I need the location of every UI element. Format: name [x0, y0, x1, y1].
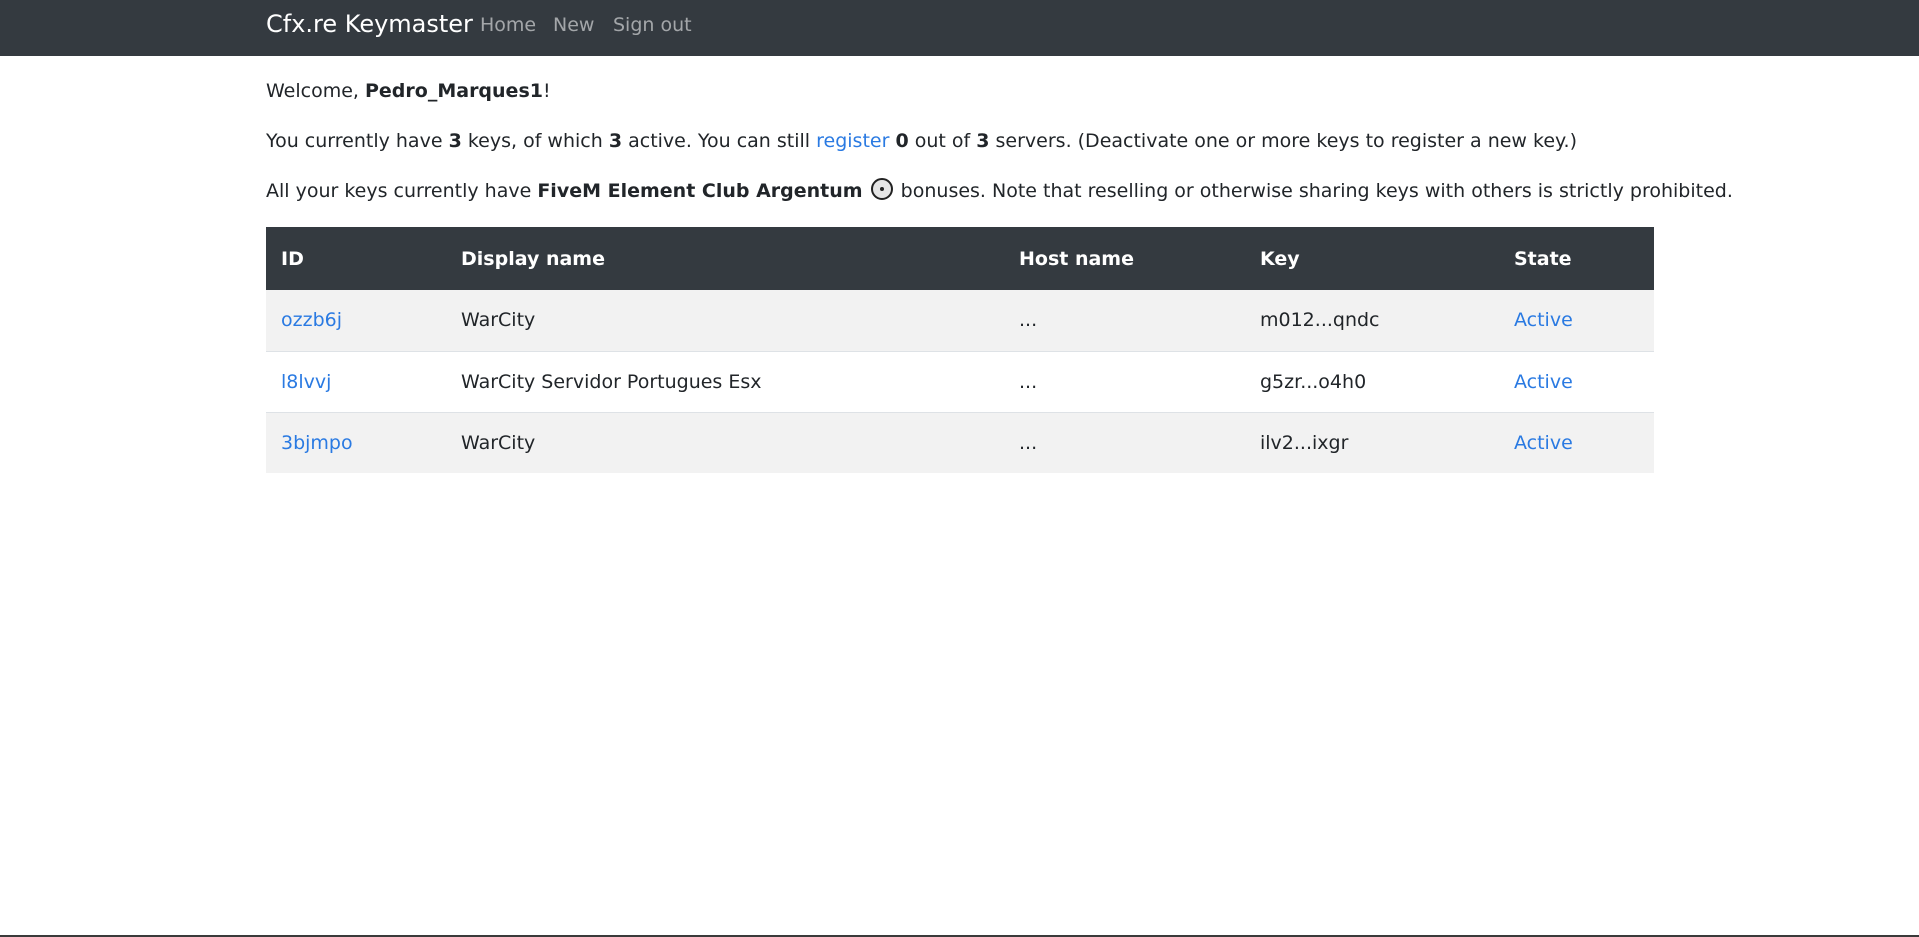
register-link[interactable]: register [816, 130, 889, 152]
state-link[interactable]: Active [1514, 432, 1573, 454]
cell-id: ozzb6j [266, 290, 446, 351]
keys-table: ID Display name Host name Key State ozzb… [266, 227, 1654, 473]
header-state: State [1514, 247, 1572, 270]
bonus-text-1: All your keys currently have [266, 180, 538, 202]
table-row: 3bjmpo WarCity ... ilv2...ixgr Active [266, 411, 1654, 473]
cell-key: ilv2...ixgr [1245, 411, 1499, 473]
state-link[interactable]: Active [1514, 309, 1573, 331]
bonus-text-2: bonuses. Note that reselling or otherwis… [894, 180, 1733, 202]
summary-text-1: You currently have [266, 130, 449, 152]
header-host-name: Host name [1019, 247, 1134, 270]
cell-id: 3bjmpo [266, 411, 446, 473]
header-key: Key [1260, 247, 1300, 270]
cell-display-name: WarCity [461, 309, 536, 332]
cell-state: Active [1499, 290, 1654, 351]
brand-link[interactable]: Cfx.re Keymaster [266, 10, 473, 38]
summary-text-6: servers. (Deactivate one or more keys to… [989, 130, 1578, 152]
cell-host-name: ... [1019, 309, 1038, 332]
key-id-link[interactable]: ozzb6j [281, 309, 342, 331]
nav-new-link[interactable]: New [553, 13, 594, 37]
summary-text-3: active. You can still [622, 130, 817, 152]
top-navbar: Cfx.re Keymaster Home New Sign out [0, 0, 1919, 56]
welcome-suffix: ! [542, 80, 551, 102]
key-summary: You currently have 3 keys, of which 3 ac… [266, 126, 1654, 156]
keys-count: 3 [448, 130, 462, 152]
table-row: l8lvvj WarCity Servidor Portugues Esx ..… [266, 350, 1654, 412]
header-display-name: Display name [461, 247, 605, 270]
cell-state: Active [1499, 411, 1654, 473]
cell-host-name: ... [1004, 411, 1245, 473]
bonus-notice: All your keys currently have FiveM Eleme… [266, 176, 1733, 206]
key-id-link[interactable]: l8lvvj [281, 371, 331, 393]
state-link[interactable]: Active [1514, 371, 1573, 393]
main-content: Welcome, Pedro_Marques1! You currently h… [266, 76, 1733, 206]
max-servers-count: 3 [976, 130, 990, 152]
cell-state: Active [1499, 350, 1654, 412]
tier-name: FiveM Element Club Argentum [537, 180, 863, 202]
summary-text-2: keys, of which [461, 130, 609, 152]
remaining-count: 0 [895, 130, 909, 152]
cell-display-name: WarCity Servidor Portugues Esx [446, 350, 1004, 412]
username: Pedro_Marques1 [365, 80, 543, 102]
cell-display-name: WarCity [446, 411, 1004, 473]
cell-key: g5zr...o4h0 [1245, 350, 1499, 412]
nav-home-link[interactable]: Home [480, 13, 536, 37]
nav-sign-out-link[interactable]: Sign out [613, 13, 692, 37]
table-header-row: ID Display name Host name Key State [266, 227, 1654, 290]
active-count: 3 [608, 130, 623, 152]
welcome-message: Welcome, Pedro_Marques1! [266, 76, 1654, 106]
welcome-prefix: Welcome, [266, 80, 365, 102]
key-id-link[interactable]: 3bjmpo [281, 432, 353, 454]
table-row: ozzb6j WarCity ... m012...qndc Active [266, 290, 1654, 351]
cell-id: l8lvvj [266, 350, 446, 412]
argentum-coin-icon [870, 178, 893, 200]
cell-key: m012...qndc [1260, 309, 1380, 332]
cell-host-name: ... [1004, 350, 1245, 412]
header-id: ID [281, 247, 304, 270]
summary-text-5: out of [908, 130, 977, 152]
